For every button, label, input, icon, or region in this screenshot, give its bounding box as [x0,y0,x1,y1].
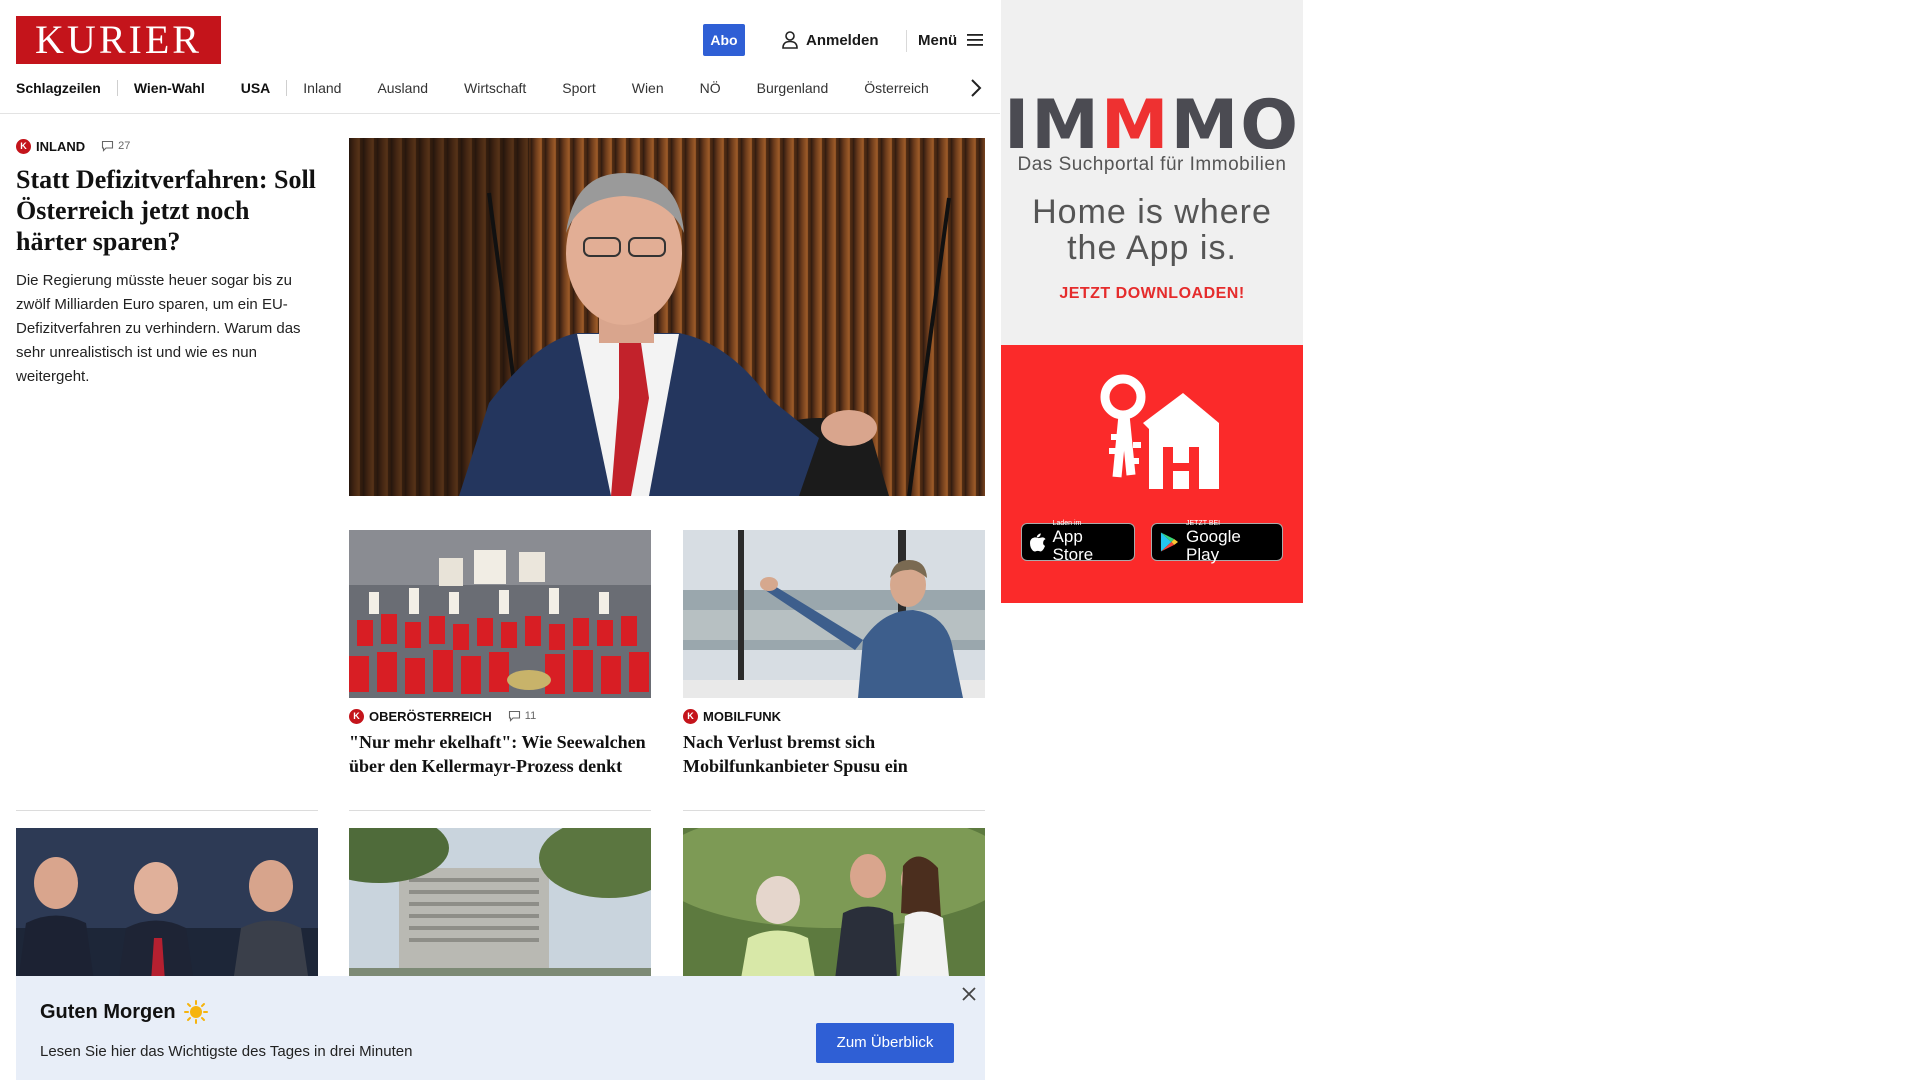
banner-title: Guten Morgen [40,1000,208,1024]
article-headline[interactable]: Nach Verlust bremst sich Mobilfunkanbiet… [683,730,985,778]
sun-icon [183,1000,208,1024]
article-comments[interactable]: 11 [508,710,536,722]
menu-label: Menü [918,31,958,49]
article-kicker: K MOBILFUNK [683,708,985,724]
group-illustration [16,828,318,996]
article-kicker: K OBERÖSTERREICH 11 [349,708,651,724]
article-photo-politicians[interactable] [16,828,318,996]
kurier-logo[interactable]: KURIER [16,16,221,64]
menu-button[interactable]: Menü [918,28,984,52]
nav-item-wien[interactable]: Wien [632,80,664,96]
ad-claim-line: Home is where [1032,193,1272,231]
article-category[interactable]: MOBILFUNK [703,709,781,724]
nav-divider [286,80,288,96]
nav-item-wien-wahl[interactable]: Wien-Wahl [134,80,205,96]
kurier-plus-icon: K [349,708,364,724]
nav-item-usa[interactable]: USA [241,80,271,96]
hamburger-icon [967,34,984,46]
article-card[interactable]: K OBERÖSTERREICH 11 "Nur mehr ekelhaft":… [349,530,651,778]
lead-comment-count: 27 [118,140,131,152]
site-header: KURIER Abo Anmelden Menü Schlagzeilen Wi… [0,0,1000,114]
nav-divider [116,80,118,96]
banner-text: Lesen Sie hier das Wichtigste des Tages … [40,1043,413,1060]
morning-briefing-banner: Guten Morgen Lesen Sie hier das Wichtigs… [16,976,985,1080]
section-nav: Schlagzeilen Wien-Wahl USA Inland Auslan… [16,78,929,98]
login-label: Anmelden [806,31,879,49]
divider [349,810,651,811]
abo-button[interactable]: Abo [703,24,745,56]
google-play-text: JETZT BEI Google Play [1186,520,1274,564]
article-comment-count: 11 [524,710,537,722]
apple-icon [1030,532,1046,551]
article-photo-candles[interactable] [349,530,651,698]
overview-button[interactable]: Zum Überblick [816,1023,954,1063]
building-illustration [349,828,651,996]
lead-kicker: K INLAND 27 [16,138,316,154]
ad-subtitle: Das Suchportal für Immobilien [1017,154,1287,175]
user-icon [782,31,798,49]
article-photo-spusu[interactable] [683,530,985,698]
nav-item-noe[interactable]: NÖ [700,80,721,96]
article-headline[interactable]: "Nur mehr ekelhaft": Wie Seewalchen über… [349,730,651,778]
lead-photo[interactable] [349,138,985,496]
office-illustration [683,530,985,698]
divider [16,810,318,811]
nav-item-ausland[interactable]: Ausland [377,80,428,96]
lead-category[interactable]: INLAND [36,139,85,154]
kurier-plus-icon: K [16,138,31,154]
nav-item-burgenland[interactable]: Burgenland [757,80,829,96]
chevron-right-icon[interactable] [966,76,986,100]
ad-download-cta[interactable]: JETZT DOWNLOADEN! [1001,285,1303,303]
nav-item-inland[interactable]: Inland [303,80,341,96]
ad-red-panel: Laden im App Store JETZT BEI Google Play [1001,345,1303,603]
divider [683,810,985,811]
nav-item-schlagzeilen[interactable]: Schlagzeilen [16,80,101,96]
lead-comments[interactable]: 27 [101,140,130,152]
comment-icon [102,140,114,152]
kurier-plus-icon: K [683,708,698,724]
ad-claim: Home is where the App is. [1001,194,1303,266]
ad-claim-line: the App is. [1067,229,1237,267]
royals-illustration [683,828,985,996]
lead-summary: Die Regierung müsste heuer sogar bis zu … [16,272,301,385]
article-card[interactable]: K MOBILFUNK Nach Verlust bremst sich Mob… [683,530,985,778]
article-category[interactable]: OBERÖSTERREICH [369,709,492,724]
lead-story[interactable]: K INLAND 27 Statt Defizitverfahren: Soll… [16,138,316,389]
google-play-button[interactable]: JETZT BEI Google Play [1151,520,1283,564]
app-store-big: App Store [1052,527,1094,564]
nav-item-wirtschaft[interactable]: Wirtschaft [464,80,526,96]
nav-item-oesterreich[interactable]: Österreich [864,80,929,96]
google-play-big: Google Play [1186,527,1241,564]
house-key-icon [1100,374,1219,489]
nav-item-sport[interactable]: Sport [562,80,595,96]
app-store-text: Laden im App Store [1053,520,1126,564]
article-photo-building[interactable] [349,828,651,996]
immmo-advertisement[interactable]: IMMMO Das Suchportal für Immobilien Home… [1001,0,1303,603]
article-photo-royals[interactable] [683,828,985,996]
app-store-button[interactable]: Laden im App Store [1021,520,1135,564]
lead-photo-politician [349,138,985,496]
google-play-icon [1160,532,1179,552]
comment-icon [508,710,520,722]
lead-headline[interactable]: Statt Defizitverfahren: Soll Österreich … [16,164,316,257]
header-divider [906,30,907,52]
close-icon[interactable] [960,985,978,1003]
banner-title-text: Guten Morgen [40,1000,176,1023]
login-button[interactable]: Anmelden [782,28,879,52]
candles-illustration [349,530,651,698]
